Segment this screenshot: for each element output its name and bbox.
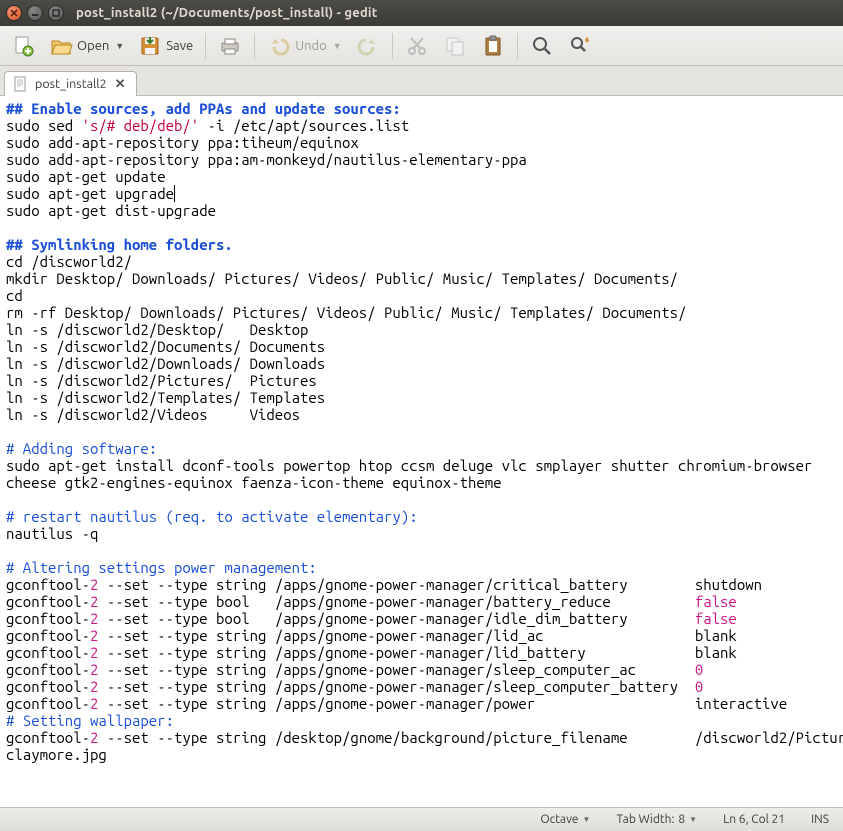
tab-width-label: Tab Width: (616, 813, 674, 826)
window-close-button[interactable] (6, 5, 22, 21)
redo-button[interactable] (351, 31, 385, 61)
toolbar-separator (392, 33, 393, 59)
undo-icon (267, 34, 291, 58)
window-titlebar: post_install2 (~/Documents/post_install)… (0, 0, 843, 26)
tab-bar: post_install2 ✕ (0, 66, 843, 96)
search-icon (530, 34, 554, 58)
new-document-icon (11, 34, 35, 58)
chevron-down-icon[interactable]: ▼ (115, 41, 124, 51)
open-button[interactable]: Open ▼ (44, 31, 129, 61)
save-button[interactable]: Save (133, 31, 198, 61)
maximize-icon (52, 9, 60, 17)
tab-close-button[interactable]: ✕ (113, 77, 128, 92)
clipboard-icon (481, 34, 505, 58)
find-replace-icon (568, 34, 592, 58)
chevron-down-icon[interactable]: ▼ (333, 41, 342, 51)
document-tab[interactable]: post_install2 ✕ (4, 71, 137, 96)
redo-icon (356, 34, 380, 58)
toolbar-separator (517, 33, 518, 59)
tab-width-selector[interactable]: Tab Width: 8 ▼ (610, 811, 703, 828)
cut-button[interactable] (400, 31, 434, 61)
copy-button[interactable] (438, 31, 472, 61)
window-minimize-button[interactable] (27, 5, 43, 21)
window-title: post_install2 (~/Documents/post_install)… (76, 6, 378, 20)
language-selector[interactable]: Octave ▼ (534, 811, 596, 828)
scissors-icon (405, 34, 429, 58)
copy-icon (443, 34, 467, 58)
find-button[interactable] (525, 31, 559, 61)
paste-button[interactable] (476, 31, 510, 61)
print-button[interactable] (213, 31, 247, 61)
text-editor[interactable]: ## Enable sources, add PPAs and update s… (0, 96, 843, 807)
toolbar-separator (205, 33, 206, 59)
chevron-down-icon: ▼ (689, 815, 697, 824)
printer-icon (218, 34, 242, 58)
language-label: Octave (540, 813, 578, 826)
cursor-position: Ln 6, Col 21 (717, 811, 791, 828)
toolbar: Open ▼ Save Undo ▼ (0, 26, 843, 66)
tab-width-value: 8 (678, 813, 685, 826)
insert-mode-toggle[interactable]: INS (805, 811, 835, 828)
save-label: Save (166, 39, 193, 53)
undo-button[interactable]: Undo ▼ (262, 31, 346, 61)
toolbar-separator (254, 33, 255, 59)
chevron-down-icon: ▼ (583, 815, 591, 824)
undo-label: Undo (295, 39, 327, 53)
close-icon (10, 9, 18, 17)
document-icon (13, 76, 29, 92)
folder-open-icon (49, 34, 73, 58)
new-document-button[interactable] (6, 31, 40, 61)
code-content: ## Enable sources, add PPAs and update s… (6, 100, 837, 763)
save-icon (138, 34, 162, 58)
find-replace-button[interactable] (563, 31, 597, 61)
minimize-icon (31, 9, 39, 17)
tab-label: post_install2 (35, 77, 107, 91)
window-maximize-button[interactable] (48, 5, 64, 21)
status-bar: Octave ▼ Tab Width: 8 ▼ Ln 6, Col 21 INS (0, 807, 843, 831)
open-label: Open (77, 39, 109, 53)
window-controls (6, 5, 64, 21)
